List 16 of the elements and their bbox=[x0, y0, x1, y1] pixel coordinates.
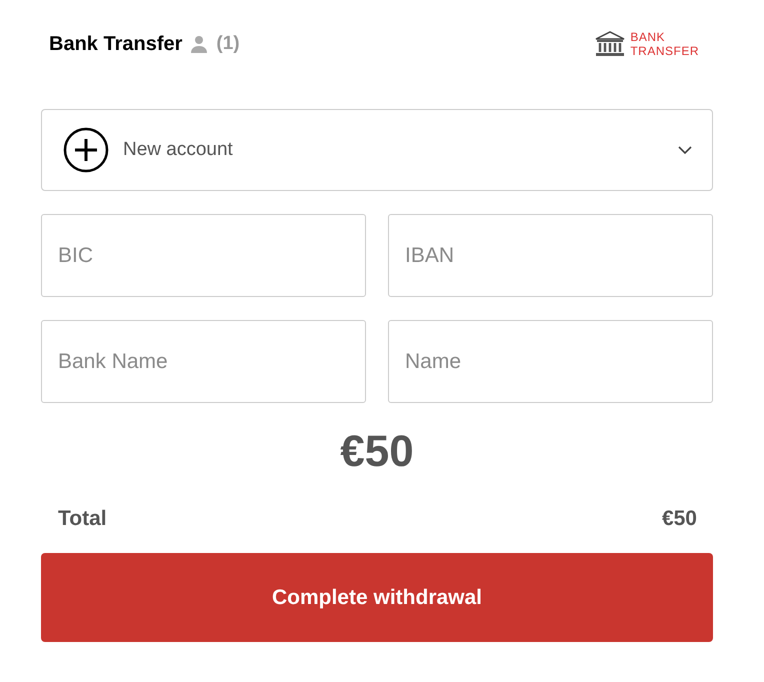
complete-withdrawal-button[interactable]: Complete withdrawal bbox=[41, 553, 713, 642]
input-field[interactable]: IBAN bbox=[388, 214, 713, 297]
page-title: Bank Transfer bbox=[49, 32, 182, 56]
bank-building-icon bbox=[595, 31, 626, 57]
chevron-down-icon bbox=[678, 146, 692, 154]
bank-transfer-logo: BANK TRANSFER bbox=[630, 30, 699, 58]
total-label: Total bbox=[58, 507, 107, 531]
plus-circle-icon bbox=[63, 127, 109, 173]
amount: €50 bbox=[340, 427, 414, 477]
user-count: (1) bbox=[216, 33, 240, 55]
input-field[interactable]: Name bbox=[388, 320, 713, 403]
total-value: €50 bbox=[662, 507, 697, 531]
input-field[interactable]: Bank Name bbox=[41, 320, 366, 403]
person-icon bbox=[190, 35, 208, 53]
account-select[interactable]: New account bbox=[41, 109, 713, 191]
input-field[interactable]: BIC bbox=[41, 214, 366, 297]
